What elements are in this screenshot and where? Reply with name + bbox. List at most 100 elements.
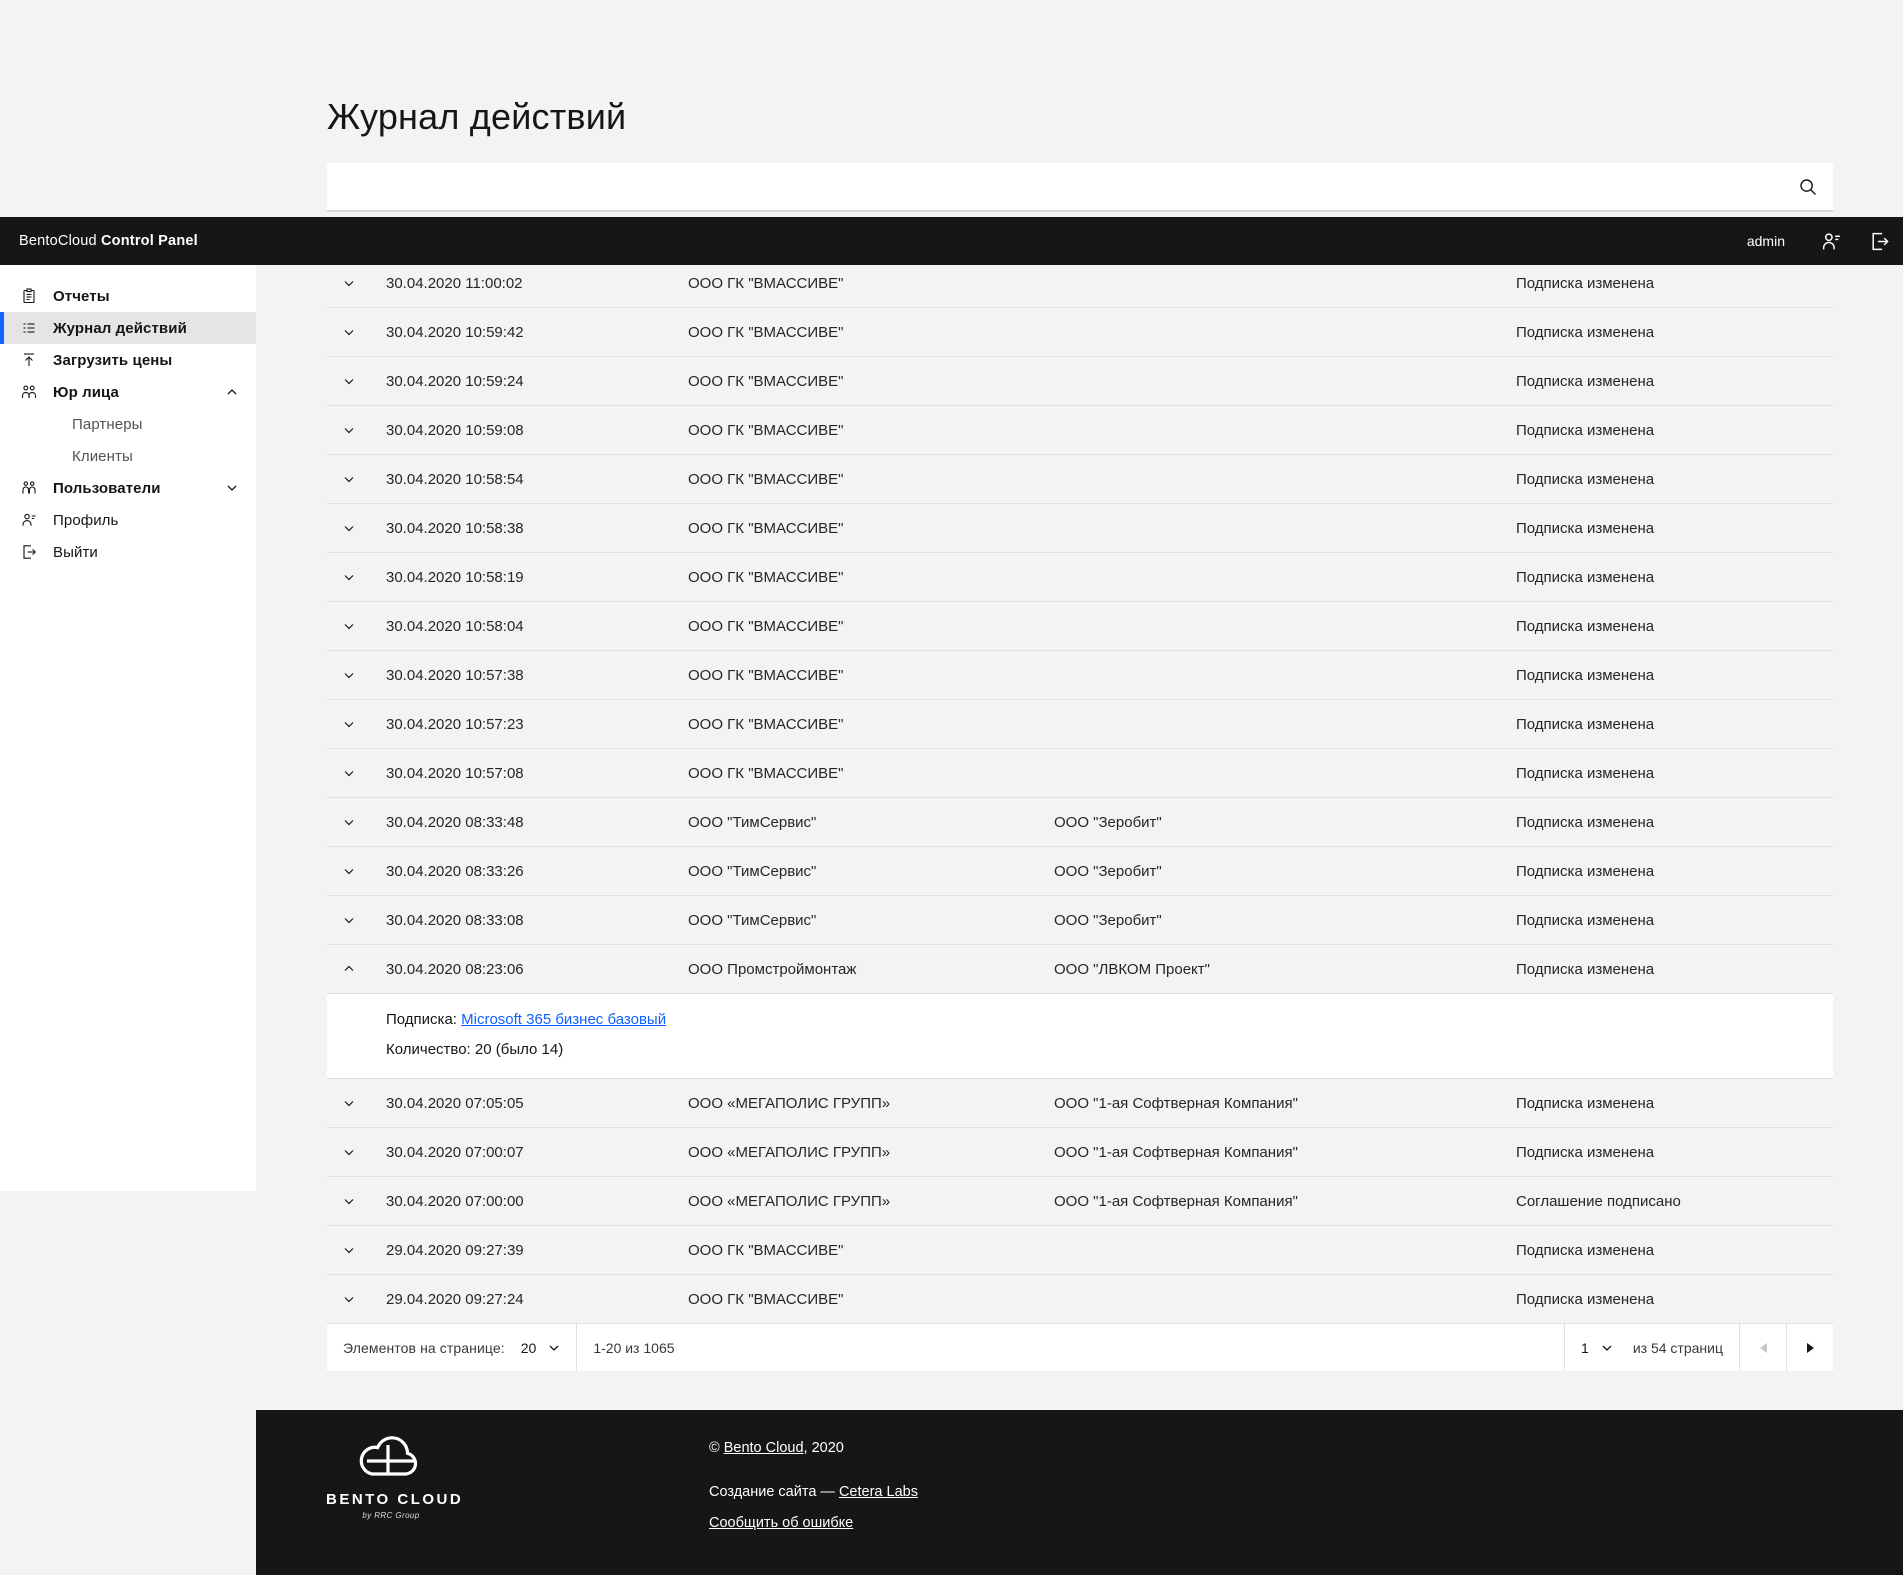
chevron-down-icon	[344, 1150, 354, 1156]
sidebar-item-reports[interactable]: Отчеты	[0, 280, 256, 312]
table-row[interactable]: 30.04.2020 07:05:05 ООО «МЕГАПОЛИС ГРУПП…	[327, 1079, 1833, 1128]
cetera-labs-link[interactable]: Cetera Labs	[839, 1484, 918, 1500]
footer-copyright: © Bento Cloud, 2020	[709, 1438, 918, 1458]
caret-left-icon	[1759, 1342, 1767, 1353]
table-row[interactable]: 30.04.2020 10:58:19 ООО ГК "ВМАССИВЕ" По…	[327, 553, 1833, 602]
page-select[interactable]: 1	[1565, 1324, 1629, 1371]
sidebar-item-logout[interactable]: Выйти	[0, 536, 256, 568]
chevron-down-icon	[344, 918, 354, 924]
row-action: Подписка изменена	[1516, 666, 1655, 684]
report-error-link[interactable]: Сообщить об ошибке	[709, 1515, 853, 1531]
row-expand-toggle[interactable]	[341, 863, 357, 879]
row-date: 30.04.2020 10:59:42	[386, 323, 524, 341]
table-row[interactable]: 30.04.2020 08:33:26 ООО "ТимСервис" ООО …	[327, 847, 1833, 896]
partnership-icon	[21, 385, 37, 398]
sidebar-item-users[interactable]: Пользователи	[0, 472, 256, 504]
row-expand-toggle[interactable]	[341, 324, 357, 340]
per-page-select[interactable]: 20	[505, 1324, 577, 1371]
table-row[interactable]: 30.04.2020 07:00:07 ООО «МЕГАПОЛИС ГРУПП…	[327, 1128, 1833, 1177]
row-party1: ООО "ТимСервис"	[688, 911, 817, 929]
table-row[interactable]: 30.04.2020 07:00:00 ООО «МЕГАПОЛИС ГРУПП…	[327, 1177, 1833, 1226]
row-party1: ООО Промстроймонтаж	[688, 960, 857, 978]
table-row[interactable]: 30.04.2020 08:23:06 ООО Промстроймонтаж …	[327, 945, 1833, 994]
row-expand-toggle[interactable]	[341, 1291, 357, 1307]
brand[interactable]: BentoCloud Control Panel	[19, 233, 198, 249]
bento-cloud-link[interactable]: Bento Cloud	[724, 1440, 804, 1456]
table-row[interactable]: 30.04.2020 10:58:04 ООО ГК "ВМАССИВЕ" По…	[327, 602, 1833, 651]
table-row[interactable]: 30.04.2020 08:33:48 ООО "ТимСервис" ООО …	[327, 798, 1833, 847]
chevron-down-icon	[344, 1248, 354, 1254]
table-row[interactable]: 30.04.2020 10:57:23 ООО ГК "ВМАССИВЕ" По…	[327, 700, 1833, 749]
chevron-up-icon[interactable]	[226, 386, 238, 398]
bento-cloud-logo-icon	[359, 1436, 418, 1476]
row-expand-toggle[interactable]	[341, 275, 357, 291]
row-date: 30.04.2020 10:58:38	[386, 519, 524, 537]
table-row[interactable]: 30.04.2020 10:59:42 ООО ГК "ВМАССИВЕ" По…	[327, 308, 1833, 357]
row-party1: ООО ГК "ВМАССИВЕ"	[688, 617, 844, 635]
row-expand-toggle[interactable]	[341, 961, 357, 977]
chevron-down-icon	[344, 281, 354, 287]
row-expand-toggle[interactable]	[341, 1144, 357, 1160]
sidebar-item-clients[interactable]: Клиенты	[0, 440, 256, 472]
row-date: 30.04.2020 11:00:02	[386, 274, 523, 292]
row-expand-toggle[interactable]	[341, 520, 357, 536]
table-row[interactable]: 29.04.2020 09:27:24 ООО ГК "ВМАССИВЕ" По…	[327, 1275, 1833, 1324]
row-party1: ООО «МЕГАПОЛИС ГРУПП»	[688, 1192, 891, 1210]
table-row[interactable]: 30.04.2020 08:33:08 ООО "ТимСервис" ООО …	[327, 896, 1833, 945]
footer: BENTO CLOUD by RRC Group © Bento Cloud, …	[256, 1410, 1903, 1575]
row-expand-toggle[interactable]	[341, 1095, 357, 1111]
row-action: Подписка изменена	[1516, 1143, 1655, 1161]
table-row[interactable]: 30.04.2020 10:58:54 ООО ГК "ВМАССИВЕ" По…	[327, 455, 1833, 504]
table-row[interactable]: 30.04.2020 10:59:08 ООО ГК "ВМАССИВЕ" По…	[327, 406, 1833, 455]
sidebar-item-partners[interactable]: Партнеры	[0, 408, 256, 440]
row-date: 30.04.2020 10:57:08	[386, 764, 524, 782]
row-expand-toggle[interactable]	[341, 1242, 357, 1258]
sidebar-item-legal-entities[interactable]: Юр лица	[0, 376, 256, 408]
row-date: 30.04.2020 10:58:54	[386, 470, 524, 488]
sidebar-item-upload-prices[interactable]: Загрузить цены	[0, 344, 256, 376]
row-action: Подписка изменена	[1516, 862, 1655, 880]
row-expand-toggle[interactable]	[341, 618, 357, 634]
detail-subscription-link[interactable]: Microsoft 365 бизнес базовый	[461, 1011, 666, 1028]
logout-button[interactable]	[1855, 217, 1903, 265]
row-party2: ООО "1-ая Софтверная Компания"	[1054, 1192, 1298, 1210]
row-expand-toggle[interactable]	[341, 1193, 357, 1209]
next-page-button[interactable]	[1786, 1324, 1833, 1371]
row-party1: ООО ГК "ВМАССИВЕ"	[688, 519, 844, 537]
prev-page-button[interactable]	[1739, 1324, 1786, 1371]
table-row[interactable]: 29.04.2020 09:27:39 ООО ГК "ВМАССИВЕ" По…	[327, 1226, 1833, 1275]
row-expand-toggle[interactable]	[341, 569, 357, 585]
row-expand-toggle[interactable]	[341, 422, 357, 438]
sidebar-item-label: Пользователи	[53, 479, 161, 497]
navbar-username: admin	[1746, 233, 1785, 249]
table-row[interactable]: 30.04.2020 10:59:24 ООО ГК "ВМАССИВЕ" По…	[327, 357, 1833, 406]
row-party1: ООО ГК "ВМАССИВЕ"	[688, 764, 844, 782]
user-profile-button[interactable]	[1807, 217, 1855, 265]
row-party1: ООО ГК "ВМАССИВЕ"	[688, 1290, 844, 1308]
row-date: 30.04.2020 10:57:38	[386, 666, 524, 684]
pagination-right: 1 из 54 страниц	[1564, 1324, 1833, 1371]
sidebar-item-profile[interactable]: Профиль	[0, 504, 256, 536]
row-expand-toggle[interactable]	[341, 765, 357, 781]
table-row[interactable]: 30.04.2020 10:58:38 ООО ГК "ВМАССИВЕ" По…	[327, 504, 1833, 553]
row-expand-toggle[interactable]	[341, 716, 357, 732]
row-expand-toggle[interactable]	[341, 814, 357, 830]
row-expand-toggle[interactable]	[341, 471, 357, 487]
copyright-suffix: , 2020	[803, 1440, 844, 1456]
search-input[interactable]	[327, 163, 1798, 210]
table-row[interactable]: 30.04.2020 10:57:08 ООО ГК "ВМАССИВЕ" По…	[327, 749, 1833, 798]
chevron-down-icon[interactable]	[226, 482, 238, 494]
chevron-down-icon	[344, 1199, 354, 1205]
sidebar-item-label: Юр лица	[53, 383, 119, 401]
row-action: Подписка изменена	[1516, 1241, 1655, 1259]
per-page-label: Элементов на странице:	[343, 1339, 505, 1356]
people-icon	[22, 481, 36, 494]
sidebar-item-action-log[interactable]: Журнал действий	[0, 312, 256, 344]
table-row[interactable]: 30.04.2020 11:00:02 ООО ГК "ВМАССИВЕ" По…	[327, 259, 1833, 308]
search-icon[interactable]	[1798, 177, 1818, 197]
row-expand-toggle[interactable]	[341, 373, 357, 389]
row-action: Подписка изменена	[1516, 568, 1655, 586]
table-row[interactable]: 30.04.2020 10:57:38 ООО ГК "ВМАССИВЕ" По…	[327, 651, 1833, 700]
row-expand-toggle[interactable]	[341, 912, 357, 928]
row-expand-toggle[interactable]	[341, 667, 357, 683]
